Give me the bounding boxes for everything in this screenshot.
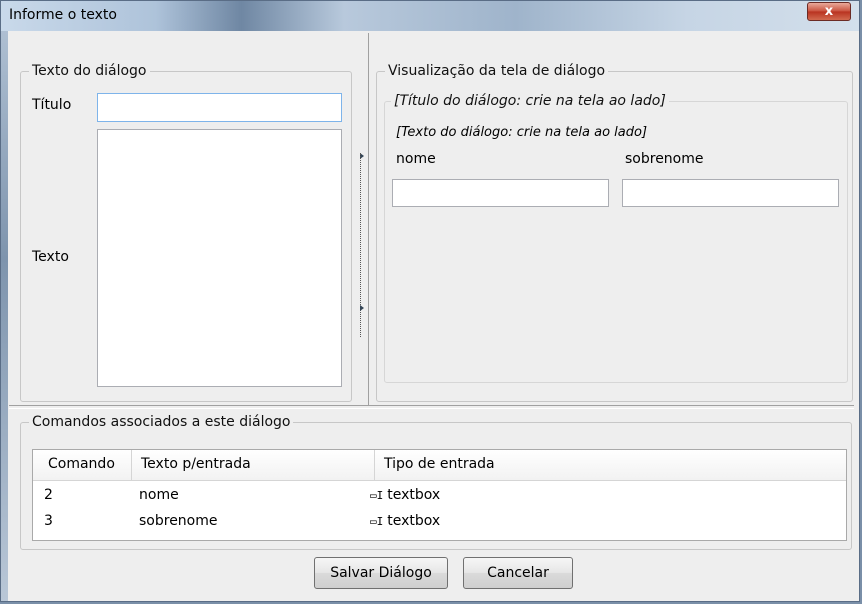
table-row[interactable]: 3 sobrenome ▭I textbox <box>33 510 846 534</box>
cell-tipo: ▭I textbox <box>370 487 441 503</box>
window-title: Informe o texto <box>9 7 117 23</box>
cell-texto: sobrenome <box>139 513 218 529</box>
cell-tipo: ▭I textbox <box>370 513 441 529</box>
save-dialog-button[interactable]: Salvar Diálogo <box>314 557 448 589</box>
column-header-texto[interactable]: Texto p/entrada <box>141 456 251 472</box>
preview-sobrenome-input[interactable] <box>622 179 839 207</box>
close-button[interactable]: x <box>807 2 851 21</box>
dialog-window: Informe o texto x Texto do diálogo Títul… <box>0 0 860 602</box>
column-header-comando[interactable]: Comando <box>48 456 115 472</box>
texto-label: Texto <box>32 249 69 265</box>
preview-text: [Texto do diálogo: crie na tela ao lado] <box>396 125 648 140</box>
column-header-tipo[interactable]: Tipo de entrada <box>384 456 495 472</box>
textbox-icon: ▭I <box>370 515 384 528</box>
preview-field-label-sobrenome: sobrenome <box>625 151 704 167</box>
table-row[interactable]: 2 nome ▭I textbox <box>33 484 846 508</box>
preview-title: [Título do diálogo: crie na tela ao lado… <box>394 93 666 109</box>
dialog-text-legend: Texto do diálogo <box>32 63 147 79</box>
splitter-divider <box>368 33 369 405</box>
textbox-icon: ▭I <box>370 489 384 502</box>
commands-table: Comando Texto p/entrada Tipo de entrada … <box>32 449 847 541</box>
commands-legend: Comandos associados a este diálogo <box>32 414 291 430</box>
panel-splitter[interactable] <box>356 35 366 405</box>
table-header: Comando Texto p/entrada Tipo de entrada <box>33 450 846 481</box>
texto-textarea[interactable] <box>97 129 342 387</box>
titulo-label: Título <box>32 97 72 113</box>
cell-comando: 3 <box>44 513 53 529</box>
cancel-button[interactable]: Cancelar <box>463 557 573 589</box>
cell-texto: nome <box>139 487 179 503</box>
titulo-input[interactable] <box>97 93 342 122</box>
window-left-border <box>1 31 8 601</box>
preview-nome-input[interactable] <box>392 179 609 207</box>
preview-field-label-nome: nome <box>396 151 436 167</box>
splitter-arrow-icon <box>360 305 364 311</box>
section-separator <box>9 405 854 409</box>
preview-legend: Visualização da tela de diálogo <box>388 63 606 79</box>
close-icon: x <box>824 4 834 19</box>
cell-comando: 2 <box>44 487 53 503</box>
title-bar[interactable]: Informe o texto x <box>1 1 859 31</box>
